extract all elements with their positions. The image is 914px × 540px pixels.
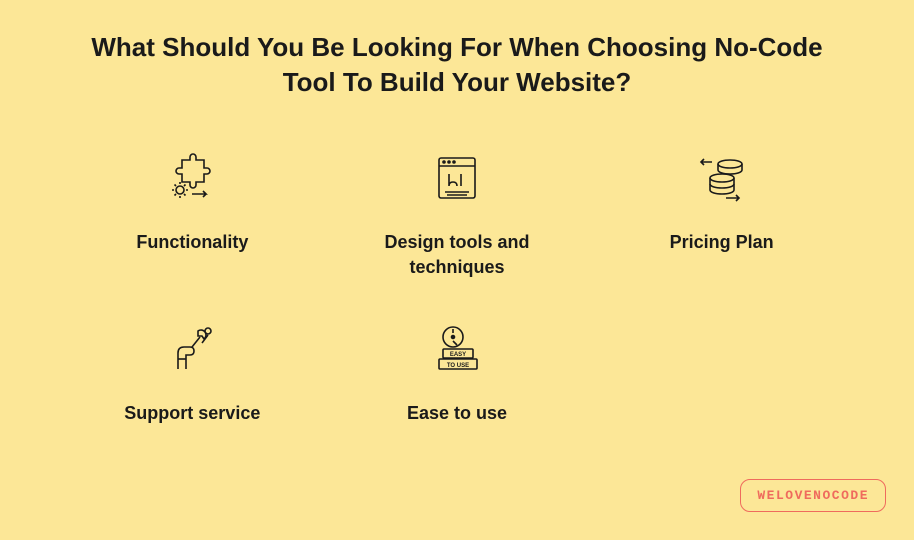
item-label: Support service xyxy=(124,401,260,426)
item-support: Support service xyxy=(70,321,315,426)
brand-badge: WELOVENOCODE xyxy=(740,479,886,512)
item-label: Ease to use xyxy=(407,401,507,426)
page-title: What Should You Be Looking For When Choo… xyxy=(40,30,874,100)
criteria-grid: Functionality Design tools and technique… xyxy=(40,150,874,426)
item-label: Functionality xyxy=(136,230,248,255)
ui-window-icon xyxy=(429,150,485,206)
database-arrows-icon xyxy=(694,150,750,206)
hand-wrench-icon xyxy=(164,321,220,377)
item-ease: EASY TO USE Ease to use xyxy=(335,321,580,426)
svg-text:TO USE: TO USE xyxy=(447,363,469,369)
item-label: Design tools and techniques xyxy=(335,230,580,280)
item-design: Design tools and techniques xyxy=(335,150,580,280)
item-label: Pricing Plan xyxy=(670,230,774,255)
item-functionality: Functionality xyxy=(70,150,315,280)
svg-text:EASY: EASY xyxy=(450,352,466,358)
item-pricing: Pricing Plan xyxy=(599,150,844,280)
puzzle-gear-icon xyxy=(164,150,220,206)
easy-to-use-icon: EASY TO USE xyxy=(429,321,485,377)
